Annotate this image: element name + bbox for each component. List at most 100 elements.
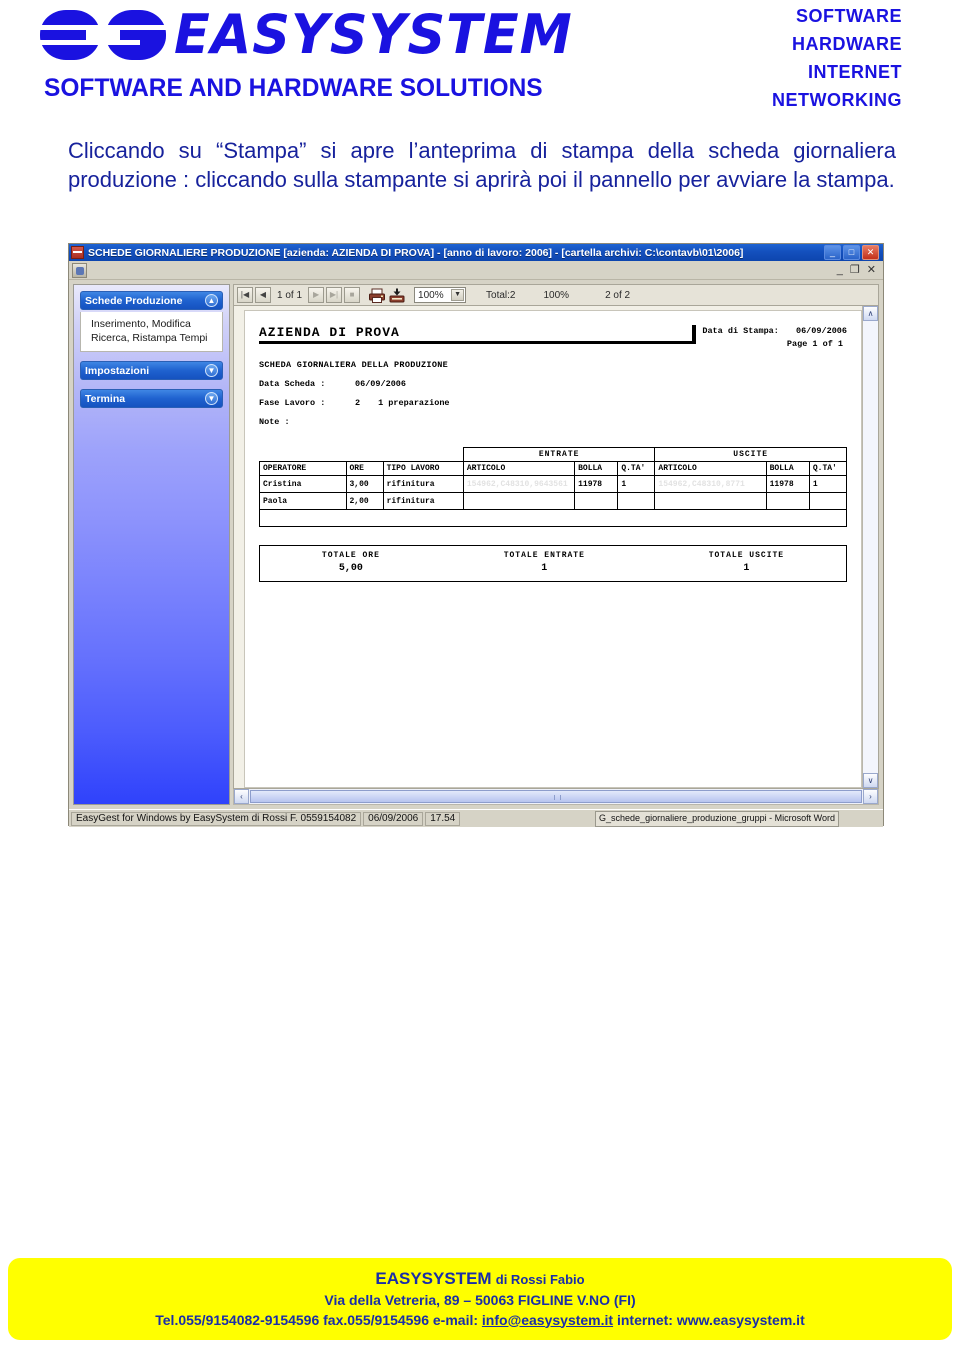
scroll-track-vertical[interactable] [863,321,878,773]
window-controls: _ □ ✕ [824,245,881,260]
scroll-left-button[interactable]: ‹ [234,789,249,804]
value-data-scheda: 06/09/2006 [355,379,407,389]
report-page: AZIENDA DI PROVA Data di Stampa: 06/09/2… [244,310,862,788]
footer-owner: di Rossi Fabio [495,1271,585,1287]
window-title: SCHEDE GIORNALIERE PRODUZIONE [azienda: … [88,246,744,259]
stop-button[interactable]: ■ [344,287,361,303]
report-page-label: Page 1 of 1 [786,339,843,349]
sidebar-panel-body-schede-produzione: Inserimento, Modifica Ricerca, Ristampa … [80,312,223,352]
col-ore: ORE [345,461,384,476]
footer-phone-fax: Tel.055/9154082-9154596 fax.055/9154596 … [155,1311,482,1328]
report-vertical-scrollbar[interactable]: ∧ ∨ [862,306,878,788]
total-uscite-value: 1 [743,563,750,574]
footer-company: EASYSYSTEM di Rossi Fabio [375,1269,584,1290]
close-button[interactable]: ✕ [862,245,879,260]
cell-uscite-bolla-2 [765,492,810,510]
service-internet: INTERNET [808,62,902,82]
report-scroll-area[interactable]: AZIENDA DI PROVA Data di Stampa: 06/09/2… [234,306,862,788]
close-icon: ✕ [866,247,875,257]
record-indicator: 2 of 2 [605,289,631,301]
mdi-close-button[interactable]: ✕ [867,265,876,276]
sidebar-panel-schede-produzione[interactable]: Schede Produzione ▲ [80,291,223,310]
chevron-down-icon[interactable]: ▼ [205,364,218,377]
total-ore-caption: TOTALE ORE [321,551,380,560]
service-hardware: HARDWARE [792,34,902,54]
col-tipo-lavoro: TIPO LAVORO [382,461,464,476]
maximize-icon: □ [848,247,855,257]
mdi-document-icon [72,262,87,278]
footer-brand: EASYSYSTEM [375,1268,492,1288]
last-page-button[interactable]: ▶| [326,287,343,303]
page-indicator: 1 of 1 [277,289,303,301]
percent-label: 100% [543,289,570,301]
footer-email-link[interactable]: info@easysystem.it [482,1312,613,1328]
cell-uscite-articolo: 154962,C48310,8771 [654,475,767,493]
minimize-button[interactable]: _ [824,245,841,260]
export-icon[interactable] [388,287,406,304]
group-blank-2 [346,448,383,462]
report-header-right: Data di Stampa: 06/09/2006 Page 1 of 1 [702,325,847,351]
cell-ore-2: 2,00 [345,492,384,510]
report-viewport: AZIENDA DI PROVA Data di Stampa: 06/09/2… [233,306,879,789]
scroll-right-button[interactable]: › [863,789,878,804]
maximize-button[interactable]: □ [843,245,860,260]
cell-uscite-qta: 1 [808,475,848,493]
total-uscite: TOTALE USCITE 1 [709,551,784,574]
application-window-screenshot: SCHEDE GIORNALIERE PRODUZIONE [azienda: … [68,243,884,827]
cell-tipo-lavoro: rifinitura [382,475,464,493]
report-header-row: AZIENDA DI PROVA Data di Stampa: 06/09/2… [259,325,847,351]
col-entrate-bolla: BOLLA [574,461,619,476]
report-field-note: Note : [259,417,847,427]
label-fase-lavoro: Fase Lavoro : [259,398,326,408]
sidebar-panel-termina[interactable]: Termina ▼ [80,389,223,408]
window-titlebar: SCHEDE GIORNALIERE PRODUZIONE [azienda: … [69,244,883,261]
mdi-minimize-button[interactable]: _ [837,265,843,276]
zoom-select[interactable]: 100% ▼ [414,287,467,303]
footer-contacts: Tel.055/9154082-9154596 fax.055/9154596 … [155,1310,805,1330]
cell-operatore-2: Paola [259,492,347,510]
service-software: SOFTWARE [796,6,902,26]
printer-icon[interactable] [368,287,386,304]
logo-wordmark: EASYSYSTEM [174,3,573,66]
cell-entrate-bolla: 11978 [574,475,619,493]
status-date: 06/09/2006 [363,811,424,826]
chevron-down-icon-zoom[interactable]: ▼ [451,289,465,301]
chevron-up-icon[interactable]: ▲ [205,294,218,307]
col-uscite-articolo: ARTICOLO [654,461,767,476]
footer-address: Via della Vetreria, 89 – 50063 FIGLINE V… [324,1291,636,1308]
cell-ore: 3,00 [345,475,384,493]
footer-website: internet: www.easysystem.it [613,1311,805,1328]
total-entrate-caption: TOTALE ENTRATE [503,551,585,560]
col-uscite-bolla: BOLLA [765,461,810,476]
scroll-down-button[interactable]: ∨ [863,773,878,788]
app-icon [71,246,84,259]
company-logo: EASYSYSTEM [40,6,585,64]
sidebar-item-inserimento-modifica[interactable]: Inserimento, Modifica [91,317,216,331]
total-entrate: TOTALE ENTRATE 1 [504,551,585,574]
total-label: Total:2 [486,289,516,301]
mdi-window-controls: _ ❐ ✕ [837,265,880,276]
window-statusbar: EasyGest for Windows by EasySystem di Ro… [69,809,883,827]
table-row: Paola 2,00 rifinitura [259,492,848,510]
scroll-up-button[interactable]: ∧ [863,306,878,321]
mdi-restore-button[interactable]: ❐ [850,265,860,276]
taskbar-item-word[interactable]: G_schede_giornaliere_produzione_gruppi -… [595,810,839,827]
report-horizontal-scrollbar[interactable]: ‹ › [233,789,879,805]
sidebar-item-ricerca-ristampa-tempi[interactable]: Ricerca, Ristampa Tempi [91,331,216,345]
cell-entrate-qta-2 [617,492,656,510]
chevron-down-icon-2[interactable]: ▼ [205,392,218,405]
scroll-thumb-horizontal[interactable] [250,790,862,803]
panel-title-termina: Termina [85,392,126,405]
cell-entrate-bolla-2 [574,492,619,510]
totals-row: TOTALE ORE 5,00 TOTALE ENTRATE 1 TOTALE … [259,545,847,582]
navigation-sidebar: Schede Produzione ▲ Inserimento, Modific… [73,284,230,805]
col-uscite-qta: Q.TA' [808,461,848,476]
cell-tipo-lavoro-2: rifinitura [382,492,464,510]
next-page-button[interactable]: ▶ [308,287,325,303]
previous-page-button[interactable]: ◀ [255,287,271,303]
cell-empty [259,509,847,527]
sidebar-panel-impostazioni[interactable]: Impostazioni ▼ [80,361,223,380]
print-date-label: Data di Stampa: [702,326,779,336]
first-page-button[interactable]: |◀ [237,287,253,303]
status-time: 17.54 [425,811,461,826]
